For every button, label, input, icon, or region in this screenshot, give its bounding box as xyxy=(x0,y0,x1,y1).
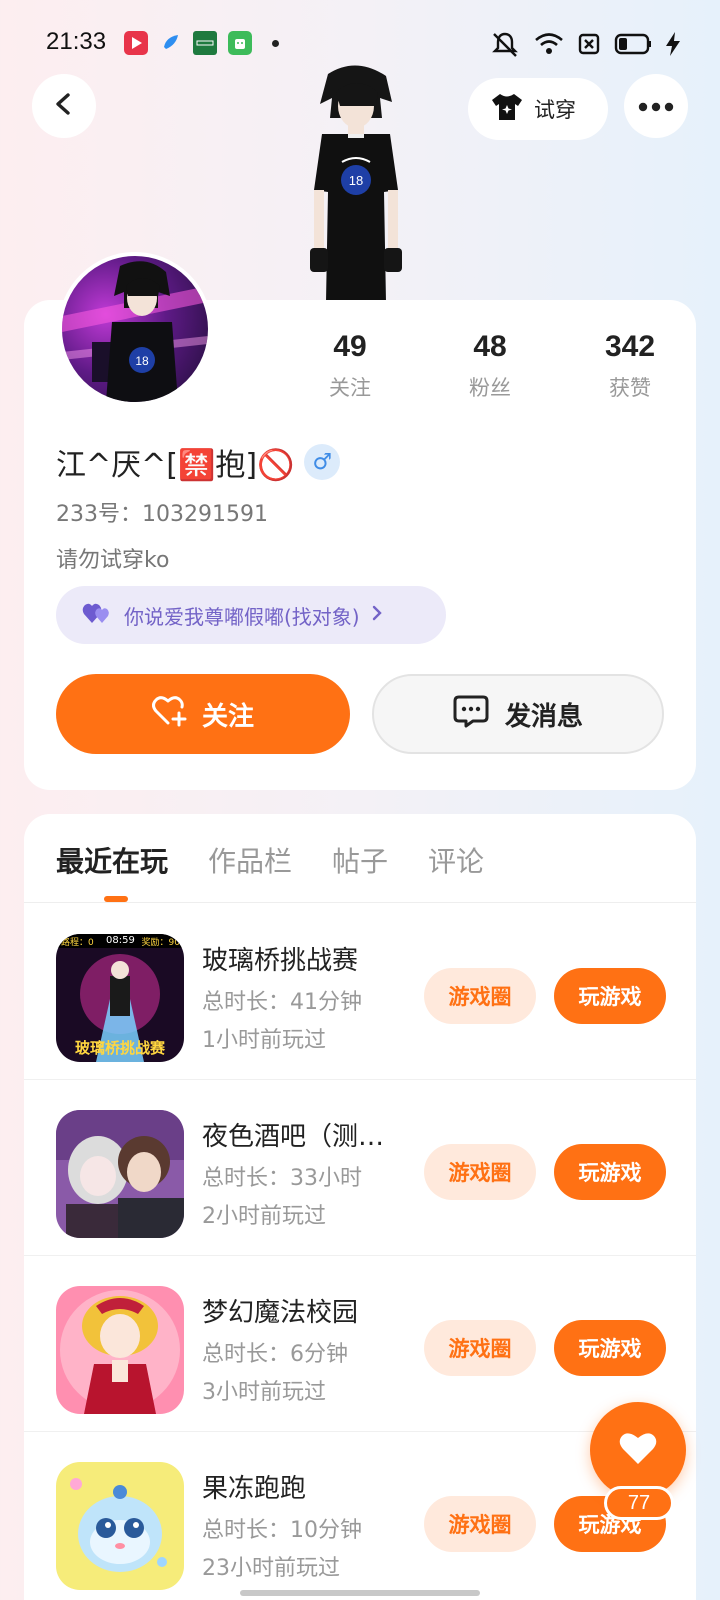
game-icon-night-bar xyxy=(56,1110,184,1238)
game-name: 夜色酒吧（测… xyxy=(202,1122,385,1152)
mute-icon xyxy=(490,30,520,62)
game-icon-title: 玻璃桥挑战赛 xyxy=(74,1039,165,1057)
avatar-figure: 18 xyxy=(300,62,412,302)
heart-plus-icon xyxy=(151,695,188,734)
game-icon-hud-right: 奖励：90 xyxy=(141,938,180,948)
game-duration: 总时长：10分钟 xyxy=(202,1518,362,1543)
double-heart-icon xyxy=(82,601,114,630)
notification-dot xyxy=(272,40,279,47)
game-last-played: 23小时前玩过 xyxy=(202,1556,340,1581)
game-last-played: 1小时前玩过 xyxy=(202,1028,326,1053)
game-circle-button[interactable]: 游戏圈 xyxy=(424,968,536,1024)
stat-value: 342 xyxy=(604,330,656,363)
profile-tabs: 最近在玩 作品栏 帖子 评论 xyxy=(56,840,484,880)
green-app-icon xyxy=(193,31,217,55)
tab-comments[interactable]: 评论 xyxy=(428,840,484,880)
back-arrow-icon xyxy=(52,92,76,120)
game-icon-magic-school xyxy=(56,1286,184,1414)
game-name: 梦幻魔法校园 xyxy=(202,1298,359,1328)
stat-value: 48 xyxy=(473,330,507,363)
heart-icon xyxy=(618,1430,658,1470)
stat-label: 粉丝 xyxy=(469,376,511,400)
stat-likes[interactable]: 342 获赞 xyxy=(560,330,700,402)
message-button[interactable]: 发消息 xyxy=(372,674,664,754)
username: 江^厌^[🈲抱]🚫 xyxy=(56,448,295,483)
follow-label: 关注 xyxy=(201,701,254,732)
svg-text:18: 18 xyxy=(349,173,363,188)
list-item[interactable]: 夜色酒吧（测… 总时长：33小时 2小时前玩过 游戏圈 玩游戏 xyxy=(24,1080,696,1256)
relationship-tag-label: 你说爱我尊嘟假嘟(找对象) xyxy=(124,604,360,629)
game-last-played: 2小时前玩过 xyxy=(202,1204,326,1229)
sim-icon xyxy=(578,33,600,59)
charging-icon xyxy=(666,32,680,60)
like-count-badge: 77 xyxy=(604,1486,674,1520)
game-icon-glass-bridge: 路程：0 08:59 奖励：90 玻璃桥挑战赛 xyxy=(56,934,184,1062)
list-item[interactable]: 梦幻魔法校园 总时长：6分钟 3小时前玩过 游戏圈 玩游戏 xyxy=(24,1256,696,1432)
game-last-played: 3小时前玩过 xyxy=(202,1380,326,1405)
game-icon-hud-left: 路程：0 xyxy=(61,938,94,948)
male-gender-icon: ♂ xyxy=(304,444,341,480)
tryon-button[interactable]: 试穿 xyxy=(468,78,608,140)
game-circle-button[interactable]: 游戏圈 xyxy=(424,1496,536,1552)
game-circle-button[interactable]: 游戏圈 xyxy=(424,1144,536,1200)
game-duration: 总时长：33小时 xyxy=(202,1166,362,1191)
stat-label: 关注 xyxy=(329,376,371,400)
game-duration: 总时长：6分钟 xyxy=(202,1342,348,1367)
bird-app-icon xyxy=(160,31,184,55)
game-name: 果冻跑跑 xyxy=(202,1474,307,1504)
relationship-tag[interactable]: 你说爱我尊嘟假嘟(找对象) xyxy=(56,586,446,644)
svg-text:18: 18 xyxy=(135,354,149,368)
chat-bubble-icon xyxy=(453,694,489,735)
tab-recently-played[interactable]: 最近在玩 xyxy=(56,840,168,880)
stat-followers[interactable]: 48 粉丝 xyxy=(420,330,560,402)
play-game-button[interactable]: 玩游戏 xyxy=(554,1320,666,1376)
game-icon-jelly-run xyxy=(56,1462,184,1590)
back-button[interactable] xyxy=(32,74,96,138)
battery-icon xyxy=(614,33,652,59)
user-bio: 请勿试穿ko xyxy=(56,548,170,573)
avatar[interactable]: 18 xyxy=(58,252,212,406)
chevron-right-icon xyxy=(370,603,384,627)
more-icon xyxy=(638,97,674,116)
stat-following[interactable]: 49 关注 xyxy=(280,330,420,402)
username-row: 江^厌^[🈲抱]🚫 ♂ xyxy=(56,440,341,484)
tab-works[interactable]: 作品栏 xyxy=(208,840,292,880)
more-button[interactable] xyxy=(624,74,688,138)
tabs-divider xyxy=(24,902,696,903)
android-app-icon xyxy=(228,31,252,55)
status-time: 21:33 xyxy=(46,28,107,55)
play-game-button[interactable]: 玩游戏 xyxy=(554,1144,666,1200)
message-label: 发消息 xyxy=(504,701,583,732)
status-icons xyxy=(490,30,680,62)
user-id: 233号：103291591 xyxy=(56,502,268,527)
list-item[interactable]: 路程：0 08:59 奖励：90 玻璃桥挑战赛 玻璃桥挑战赛 总时长：41分钟 … xyxy=(24,904,696,1080)
stat-label: 获赞 xyxy=(609,376,651,400)
follow-button[interactable]: 关注 xyxy=(56,674,350,754)
wifi-icon xyxy=(534,32,564,60)
game-circle-button[interactable]: 游戏圈 xyxy=(424,1320,536,1376)
play-game-button[interactable]: 玩游戏 xyxy=(554,968,666,1024)
tshirt-icon xyxy=(490,92,524,127)
game-name: 玻璃桥挑战赛 xyxy=(202,946,359,976)
stat-value: 49 xyxy=(333,330,367,363)
profile-stats: 49 关注 48 粉丝 342 获赞 xyxy=(280,330,700,402)
tab-posts[interactable]: 帖子 xyxy=(332,840,388,880)
game-icon-hud-time: 08:59 xyxy=(106,935,135,946)
video-app-icon xyxy=(124,31,148,55)
game-duration: 总时长：41分钟 xyxy=(202,990,362,1015)
tryon-label: 试穿 xyxy=(534,98,576,122)
home-indicator[interactable] xyxy=(240,1590,480,1596)
like-fab-button[interactable] xyxy=(590,1402,686,1498)
